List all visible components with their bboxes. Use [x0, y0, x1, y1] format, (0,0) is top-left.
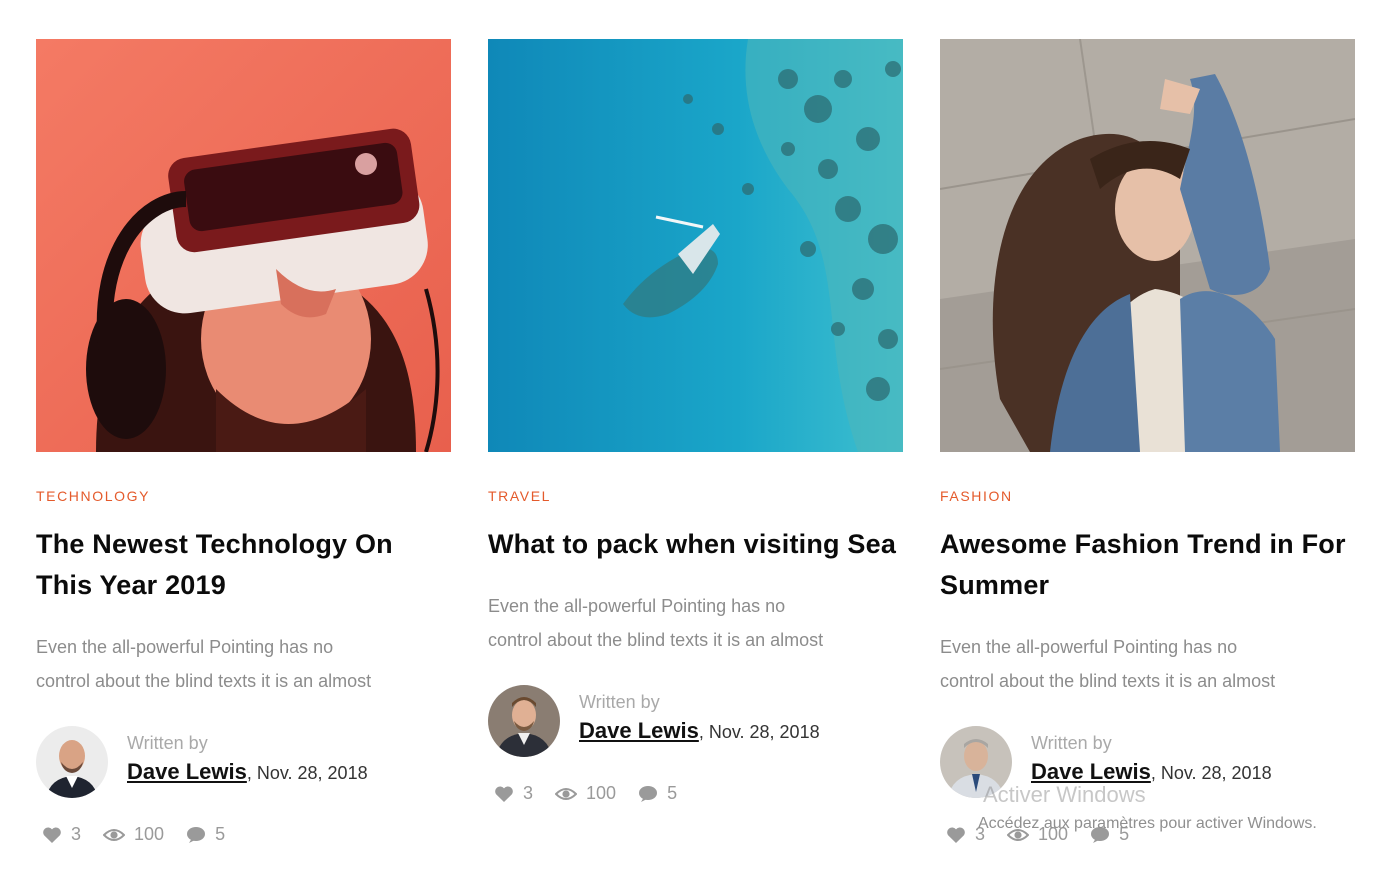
post-stats: 3 100 5	[488, 783, 903, 804]
views-count: 100	[134, 824, 165, 844]
likes-count: 3	[523, 783, 534, 803]
post-image-link[interactable]	[36, 39, 451, 452]
written-by-label: Written by	[579, 692, 660, 712]
post-author: Written by Dave Lewis, Nov. 28, 2018	[36, 726, 451, 802]
shipwreck-aerial-image	[488, 39, 903, 452]
blog-card: TECHNOLOGY The Newest Technology On This…	[36, 39, 451, 845]
post-image-link[interactable]	[488, 39, 903, 452]
excerpt-line: Even the all-powerful Pointing has no	[36, 637, 334, 657]
avatar[interactable]	[488, 685, 560, 757]
views-stat: 100	[555, 783, 616, 804]
comments-stat[interactable]: 5	[186, 824, 225, 845]
excerpt-line: control about the blind texts it is an a…	[940, 671, 1276, 691]
post-excerpt: Even the all-powerful Pointing has no co…	[488, 589, 903, 657]
comment-icon	[639, 785, 658, 802]
post-stats: 3 100 5	[36, 824, 451, 845]
blog-post-grid: TECHNOLOGY The Newest Technology On This…	[36, 39, 1355, 845]
post-date: , Nov. 28, 2018	[698, 722, 820, 742]
post-category-link[interactable]: TECHNOLOGY	[36, 488, 150, 504]
heart-icon	[947, 826, 965, 843]
blog-card: TRAVEL What to pack when visiting Sea Ev…	[488, 39, 903, 845]
post-image-link[interactable]	[940, 39, 1355, 452]
author-link[interactable]: Dave Lewis	[127, 759, 247, 784]
post-excerpt: Even the all-powerful Pointing has no co…	[36, 630, 451, 698]
excerpt-line: control about the blind texts it is an a…	[36, 671, 372, 691]
post-category-link[interactable]: FASHION	[940, 488, 1013, 504]
views-count: 100	[586, 783, 617, 803]
author-link[interactable]: Dave Lewis	[579, 718, 699, 743]
post-title[interactable]: Awesome Fashion Trend in For Summer	[940, 524, 1355, 606]
post-excerpt: Even the all-powerful Pointing has no co…	[940, 630, 1355, 698]
windows-activation-title: Activer Windows	[983, 782, 1146, 807]
byline: Dave Lewis, Nov. 28, 2018	[579, 719, 820, 744]
excerpt-line: Even the all-powerful Pointing has no	[488, 596, 786, 616]
avatar[interactable]	[36, 726, 108, 798]
comments-count: 5	[215, 824, 226, 844]
post-date: , Nov. 28, 2018	[246, 763, 368, 783]
likes-stat[interactable]: 3	[494, 783, 533, 804]
excerpt-line: Even the all-powerful Pointing has no	[940, 637, 1238, 657]
heart-icon	[495, 785, 513, 802]
comments-stat[interactable]: 5	[638, 783, 677, 804]
blog-card: FASHION Awesome Fashion Trend in For Sum…	[940, 39, 1355, 845]
post-date: , Nov. 28, 2018	[1150, 763, 1272, 783]
post-category-link[interactable]: TRAVEL	[488, 488, 551, 504]
post-author: Written by Dave Lewis, Nov. 28, 2018	[488, 685, 903, 761]
likes-stat[interactable]: 3	[42, 824, 81, 845]
excerpt-line: control about the blind texts it is an a…	[488, 630, 824, 650]
post-title[interactable]: The Newest Technology On This Year 2019	[36, 524, 451, 606]
comment-icon	[187, 826, 206, 843]
likes-count: 3	[71, 824, 82, 844]
author-link[interactable]: Dave Lewis	[1031, 759, 1151, 784]
byline: Dave Lewis, Nov. 28, 2018	[127, 760, 368, 785]
eye-icon	[555, 787, 578, 800]
windows-activation-watermark: Accédez aux paramètres pour activer Wind…	[978, 815, 1317, 832]
denim-jacket-woman-image	[940, 39, 1355, 452]
heart-icon	[43, 826, 61, 843]
eye-icon	[103, 828, 126, 841]
written-by-label: Written by	[127, 733, 208, 753]
views-stat: 100	[103, 824, 164, 845]
post-title[interactable]: What to pack when visiting Sea	[488, 524, 903, 565]
vr-headset-image	[36, 39, 451, 452]
written-by-label: Written by	[1031, 733, 1112, 753]
comments-count: 5	[667, 783, 678, 803]
